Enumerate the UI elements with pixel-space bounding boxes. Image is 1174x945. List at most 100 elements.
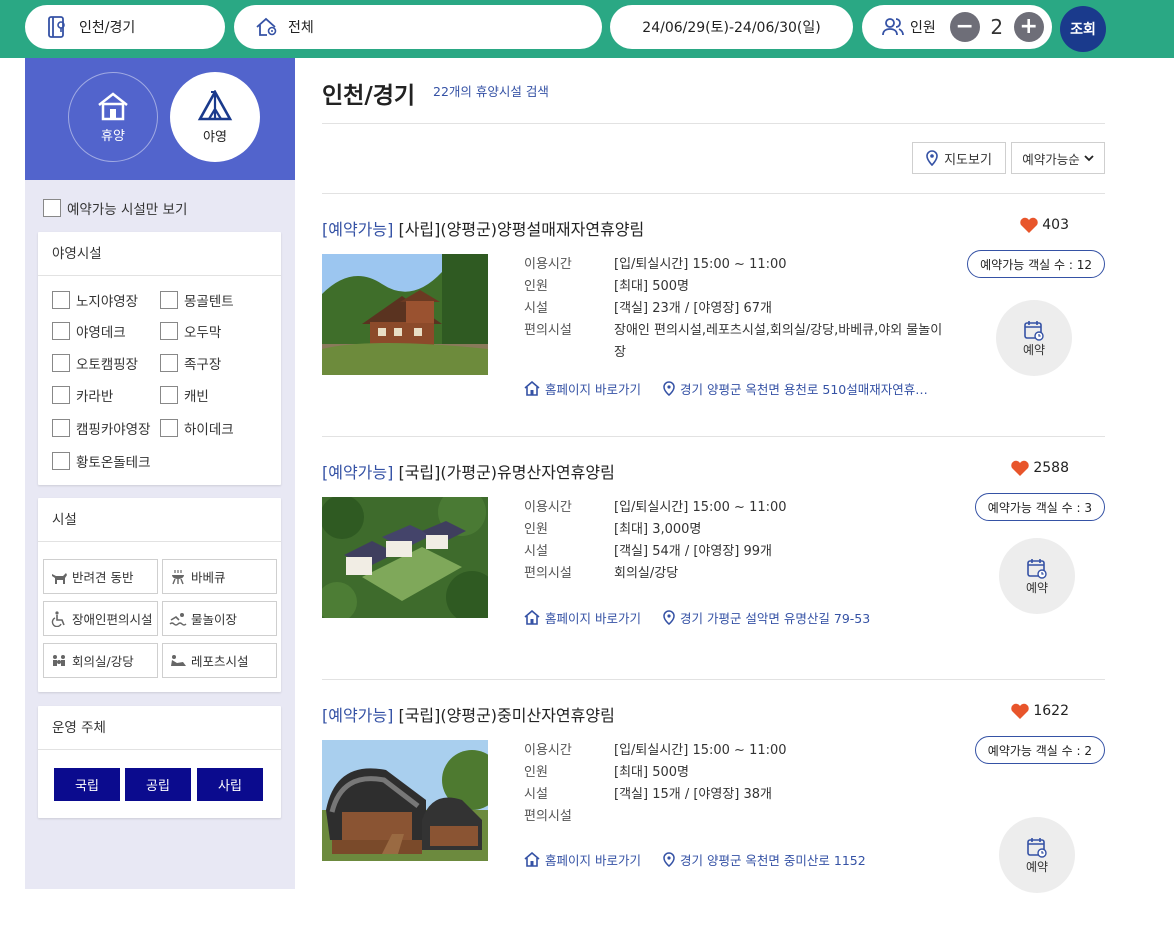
like-counter[interactable]: 1622 [1010, 702, 1069, 720]
facility-title: [국립](가평군)유명산자연휴양림 [398, 463, 615, 482]
like-counter[interactable]: 403 [1019, 216, 1069, 234]
facility-name[interactable]: [예약가능] [국립](가평군)유명산자연휴양림 [322, 459, 615, 483]
camp-checkbox[interactable] [160, 419, 178, 437]
camp-checkbox[interactable] [52, 291, 70, 309]
camp-option[interactable]: 하이데크 [160, 418, 234, 438]
facility-label: 물놀이장 [191, 612, 238, 627]
only-available-toggle[interactable]: 예약가능 시설만 보기 [43, 198, 187, 218]
camp-option[interactable]: 캐빈 [160, 385, 209, 405]
camp-option-label: 야영데크 [76, 325, 126, 341]
reserve-button[interactable]: 예약 [999, 538, 1075, 614]
decrease-people-button[interactable]: − [949, 12, 980, 42]
camp-option[interactable]: 캠핑카야영장 [52, 418, 151, 438]
camp-option[interactable]: 몽골텐트 [160, 290, 234, 310]
facility-accessible-button[interactable]: 장애인편의시설 [43, 601, 158, 636]
facility-name[interactable]: [예약가능] [국립](양평군)중미산자연휴양림 [322, 702, 615, 726]
address-link[interactable]: 경기 양평군 옥천면 용천로 510설매재자연휴… [663, 379, 928, 398]
camp-option[interactable]: 황토온돌테크 [52, 451, 151, 471]
info-key: 이용시간 [524, 257, 572, 272]
location-pin-icon [926, 150, 938, 166]
area-select[interactable]: 전체 [234, 5, 602, 49]
only-available-checkbox[interactable] [43, 199, 61, 217]
operator-national-button[interactable]: 국립 [54, 768, 120, 801]
like-count: 2588 [1033, 460, 1069, 476]
facility-bbq-button[interactable]: 바베큐 [162, 559, 277, 594]
map-book-icon [45, 14, 71, 40]
heart-icon [1010, 702, 1030, 720]
facility-label: 회의실/강당 [72, 654, 134, 669]
camp-facility-title: 야영시설 [38, 232, 281, 276]
camp-option-label: 족구장 [184, 357, 222, 373]
filter-sidebar: 휴양 야영 예약가능 시설만 보기 야영시설 노지야영장 몽골텐트 야영데크 오… [25, 58, 295, 889]
facility-meeting-button[interactable]: 회의실/강당 [43, 643, 158, 678]
info-people: [최대] 500명 [614, 279, 689, 294]
homepage-link[interactable]: 홈페이지 바로가기 [524, 850, 641, 869]
info-amenity: 장애인 편의시설,레포츠시설,회의실/강당,바베큐,야외 물놀이장 [614, 323, 943, 360]
category-camp-button[interactable]: 야영 [170, 72, 260, 162]
search-submit-button[interactable]: 조회 [1060, 6, 1106, 52]
date-range-picker[interactable]: 24/06/29(토)-24/06/30(일) [610, 5, 853, 49]
like-counter[interactable]: 2588 [1010, 459, 1069, 477]
facility-name[interactable]: [예약가능] [사립](양평군)양평설매재자연휴양림 [322, 216, 644, 240]
camp-checkbox[interactable] [52, 419, 70, 437]
facility-card: [예약가능] [국립](가평군)유명산자연휴양림 2588 예약가능 객실 수 … [322, 459, 1105, 702]
camp-option[interactable]: 오토캠핑장 [52, 353, 138, 373]
camp-checkbox[interactable] [160, 354, 178, 372]
facility-waterplay-button[interactable]: 물놀이장 [162, 601, 277, 636]
address-link[interactable]: 경기 가평군 설악면 유명산길 79-53 [663, 608, 870, 627]
page-title: 인천/경기 [322, 83, 416, 109]
facility-photo[interactable] [322, 740, 488, 861]
address-text: 경기 양평군 옥천면 용천로 510설매재자연휴… [679, 382, 928, 397]
region-select[interactable]: 인천/경기 [25, 5, 225, 49]
status-badge: [예약가능] [322, 706, 394, 725]
facility-photo[interactable] [322, 497, 488, 618]
facility-photo[interactable] [322, 254, 488, 375]
only-available-label: 예약가능 시설만 보기 [67, 202, 188, 218]
camp-option[interactable]: 족구장 [160, 353, 221, 373]
facility-sports-button[interactable]: 레포츠시설 [162, 643, 277, 678]
tent-icon [197, 88, 233, 126]
map-view-button[interactable]: 지도보기 [912, 142, 1006, 174]
facility-card: [예약가능] [국립](양평군)중미산자연휴양림 1622 예약가능 객실 수 … [322, 702, 1105, 945]
sort-select[interactable]: 예약가능순 [1011, 142, 1105, 174]
camp-checkbox[interactable] [160, 291, 178, 309]
camp-checkbox[interactable] [52, 452, 70, 470]
camp-option[interactable]: 노지야영장 [52, 290, 138, 310]
sort-value: 예약가능순 [1022, 151, 1080, 167]
homepage-label: 홈페이지 바로가기 [545, 611, 641, 626]
camp-checkbox[interactable] [160, 386, 178, 404]
reserve-button[interactable]: 예약 [996, 300, 1072, 376]
camp-option-label: 오두막 [184, 325, 222, 341]
operator-public-button[interactable]: 공립 [125, 768, 191, 801]
camp-checkbox[interactable] [52, 322, 70, 340]
camp-checkbox[interactable] [52, 386, 70, 404]
divider [322, 436, 1105, 437]
camp-option-label: 오토캠핑장 [76, 357, 139, 373]
category-rest-button[interactable]: 휴양 [68, 72, 158, 162]
calendar-icon [1027, 837, 1047, 858]
divider [322, 123, 1105, 124]
house-icon [96, 91, 130, 125]
chevron-down-icon [1084, 154, 1094, 162]
camp-option[interactable]: 카라반 [52, 385, 113, 405]
facility-label: 장애인편의시설 [72, 612, 153, 627]
facility-pet-button[interactable]: 반려견 동반 [43, 559, 158, 594]
operator-private-button[interactable]: 사립 [197, 768, 263, 801]
camp-checkbox[interactable] [160, 322, 178, 340]
homepage-link[interactable]: 홈페이지 바로가기 [524, 379, 641, 398]
camp-option[interactable]: 야영데크 [52, 321, 126, 341]
increase-people-button[interactable]: + [1013, 12, 1044, 42]
reserve-button[interactable]: 예약 [999, 817, 1075, 893]
operator-panel: 운영 주체 국립 공립 사립 [38, 706, 281, 818]
status-badge: [예약가능] [322, 463, 394, 482]
camp-option-label: 황토온돌테크 [76, 455, 151, 471]
homepage-link[interactable]: 홈페이지 바로가기 [524, 608, 641, 627]
facility-info: 이용시간 [입/퇴실시간] 15:00 ~ 11:00 인원 [최대] 3,000명… [524, 497, 954, 585]
location-pin-icon [663, 610, 675, 625]
address-link[interactable]: 경기 양평군 옥천면 중미산로 1152 [663, 850, 866, 869]
swim-icon [169, 610, 187, 628]
facility-title: 시설 [38, 498, 281, 542]
info-key: 편의시설 [524, 566, 572, 581]
camp-checkbox[interactable] [52, 354, 70, 372]
camp-option[interactable]: 오두막 [160, 321, 221, 341]
